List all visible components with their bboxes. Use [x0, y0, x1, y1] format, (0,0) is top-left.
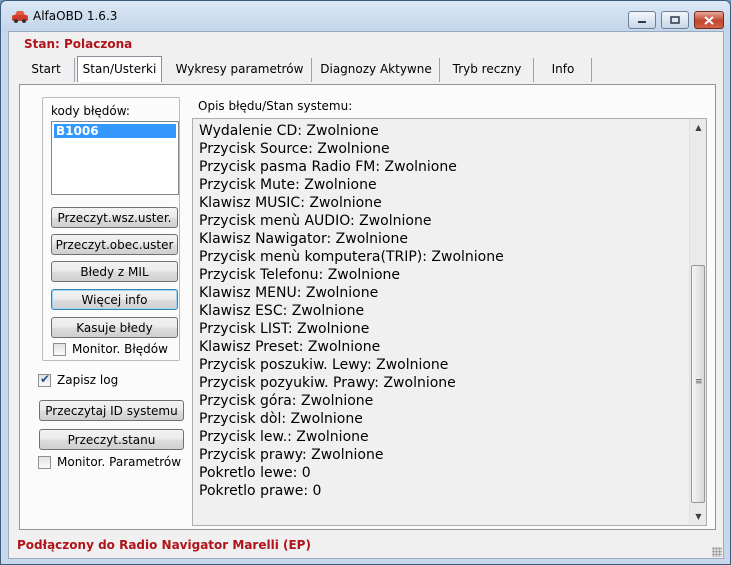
mil-errors-button[interactable]: Błedy z MIL [51, 261, 178, 282]
description-textbox[interactable]: Wydalenie CD: Zwolnione Przycisk Source: … [192, 118, 707, 526]
error-codes-group: kody błędów: B1006 Przeczyt.wsz.uster. P… [42, 97, 180, 361]
description-line: Przycisk Source: Zwolnione [199, 141, 390, 157]
client-area: Stan: Polaczona Start Stan/Usterki Wykre… [8, 31, 724, 559]
close-icon [704, 15, 714, 25]
tab-panel-stan-usterki: kody błędów: B1006 Przeczyt.wsz.uster. P… [19, 84, 716, 530]
error-codes-label: kody błędów: [51, 104, 130, 118]
tab-tryb-reczny[interactable]: Tryb reczny [440, 58, 534, 82]
description-line: Przycisk lew.: Zwolnione [199, 429, 369, 445]
clear-errors-button[interactable]: Kasuje błedy [51, 317, 178, 338]
tab-stan-usterki[interactable]: Stan/Usterki [77, 56, 162, 82]
description-line: Przycisk Telefonu: Zwolnione [199, 267, 401, 283]
description-line: Przycisk pozyukiw. Prawy: Zwolnione [199, 375, 456, 391]
description-line: Przycisk góra: Zwolnione [199, 393, 374, 409]
description-line: Przycisk poszukiw. Lewy: Zwolnione [199, 357, 449, 373]
description-line: Pokretlo prawe: 0 [199, 483, 322, 499]
description-line: Przycisk LIST: Zwolnione [199, 321, 370, 337]
read-current-errors-button[interactable]: Przeczyt.obec.uster [51, 234, 178, 255]
monitor-errors-checkbox[interactable] [53, 343, 66, 356]
description-line: Przycisk prawy: Zwolnione [199, 447, 384, 463]
tab-info[interactable]: Info [534, 58, 592, 82]
checkmark-icon: ✔ [40, 372, 51, 386]
save-log-label: Zapisz log [57, 373, 119, 387]
tab-strip: Start Stan/Usterki Wykresy parametrów Di… [9, 56, 723, 82]
description-line: Przycisk Mute: Zwolnione [199, 177, 377, 193]
error-code-item[interactable]: B1006 [54, 124, 176, 138]
minimize-button[interactable] [628, 11, 656, 29]
minimize-icon [638, 21, 646, 23]
description-line: Klawisz MENU: Zwolnione [199, 285, 379, 301]
description-label: Opis błędu/Stan systemu: [198, 99, 353, 113]
description-line: Klawisz MUSIC: Zwolnione [199, 195, 382, 211]
tab-wykresy-parametrow[interactable]: Wykresy parametrów [167, 58, 312, 82]
monitor-errors-label: Monitor. Błędów [72, 342, 168, 356]
scrollbar-thumb[interactable]: ≡ [691, 265, 705, 503]
description-line: Klawisz Nawigator: Zwolnione [199, 231, 408, 247]
description-line: Klawisz Preset: Zwolnione [199, 339, 381, 355]
title-bar[interactable]: AlfaOBD 1.6.3 [1, 1, 730, 31]
description-line: Pokretlo lewe: 0 [199, 465, 311, 481]
description-line: Przycisk menù komputera(TRIP): Zwolnione [199, 249, 504, 265]
scroll-down-arrow-icon[interactable]: ▼ [690, 508, 707, 525]
save-log-checkbox[interactable]: ✔ [38, 372, 51, 387]
description-line: Przycisk dòl: Zwolnione [199, 411, 363, 427]
description-line: Przycisk menù AUDIO: Zwolnione [199, 213, 432, 229]
error-codes-list[interactable]: B1006 [51, 121, 179, 195]
app-window: AlfaOBD 1.6.3 Stan: Polaczona Start Stan… [0, 0, 731, 565]
description-lines: Wydalenie CD: Zwolnione Przycisk Source: … [199, 122, 504, 500]
grip-icon: ≡ [695, 377, 703, 387]
monitor-params-checkbox[interactable] [38, 456, 51, 469]
monitor-params-label: Monitor. Parametrów [57, 455, 182, 469]
close-button[interactable] [694, 11, 724, 29]
description-line: Wydalenie CD: Zwolnione [199, 123, 379, 139]
read-all-errors-button[interactable]: Przeczyt.wsz.uster. [51, 207, 178, 228]
vertical-scrollbar[interactable]: ▲ ≡ ▼ [689, 119, 706, 525]
resize-grip-icon[interactable] [712, 547, 722, 557]
maximize-icon [670, 16, 680, 24]
more-info-button[interactable]: Więcej info [51, 289, 178, 310]
connection-status: Stan: Polaczona [24, 37, 133, 51]
read-system-id-button[interactable]: Przeczytaj ID systemu [39, 400, 184, 421]
maximize-button[interactable] [661, 11, 689, 29]
description-line: Przycisk pasma Radio FM: Zwolnione [199, 159, 457, 175]
device-status: Podłączony do Radio Navigator Marelli (E… [17, 538, 311, 552]
window-title: AlfaOBD 1.6.3 [33, 9, 118, 23]
description-line: Klawisz ESC: Zwolnione [199, 303, 365, 319]
tab-diagnozy-aktywne[interactable]: Diagnozy Aktywne [312, 58, 440, 82]
car-icon [12, 11, 28, 23]
tab-start[interactable]: Start [17, 58, 75, 82]
read-state-button[interactable]: Przeczyt.stanu [39, 429, 184, 450]
scroll-up-arrow-icon[interactable]: ▲ [690, 119, 707, 136]
